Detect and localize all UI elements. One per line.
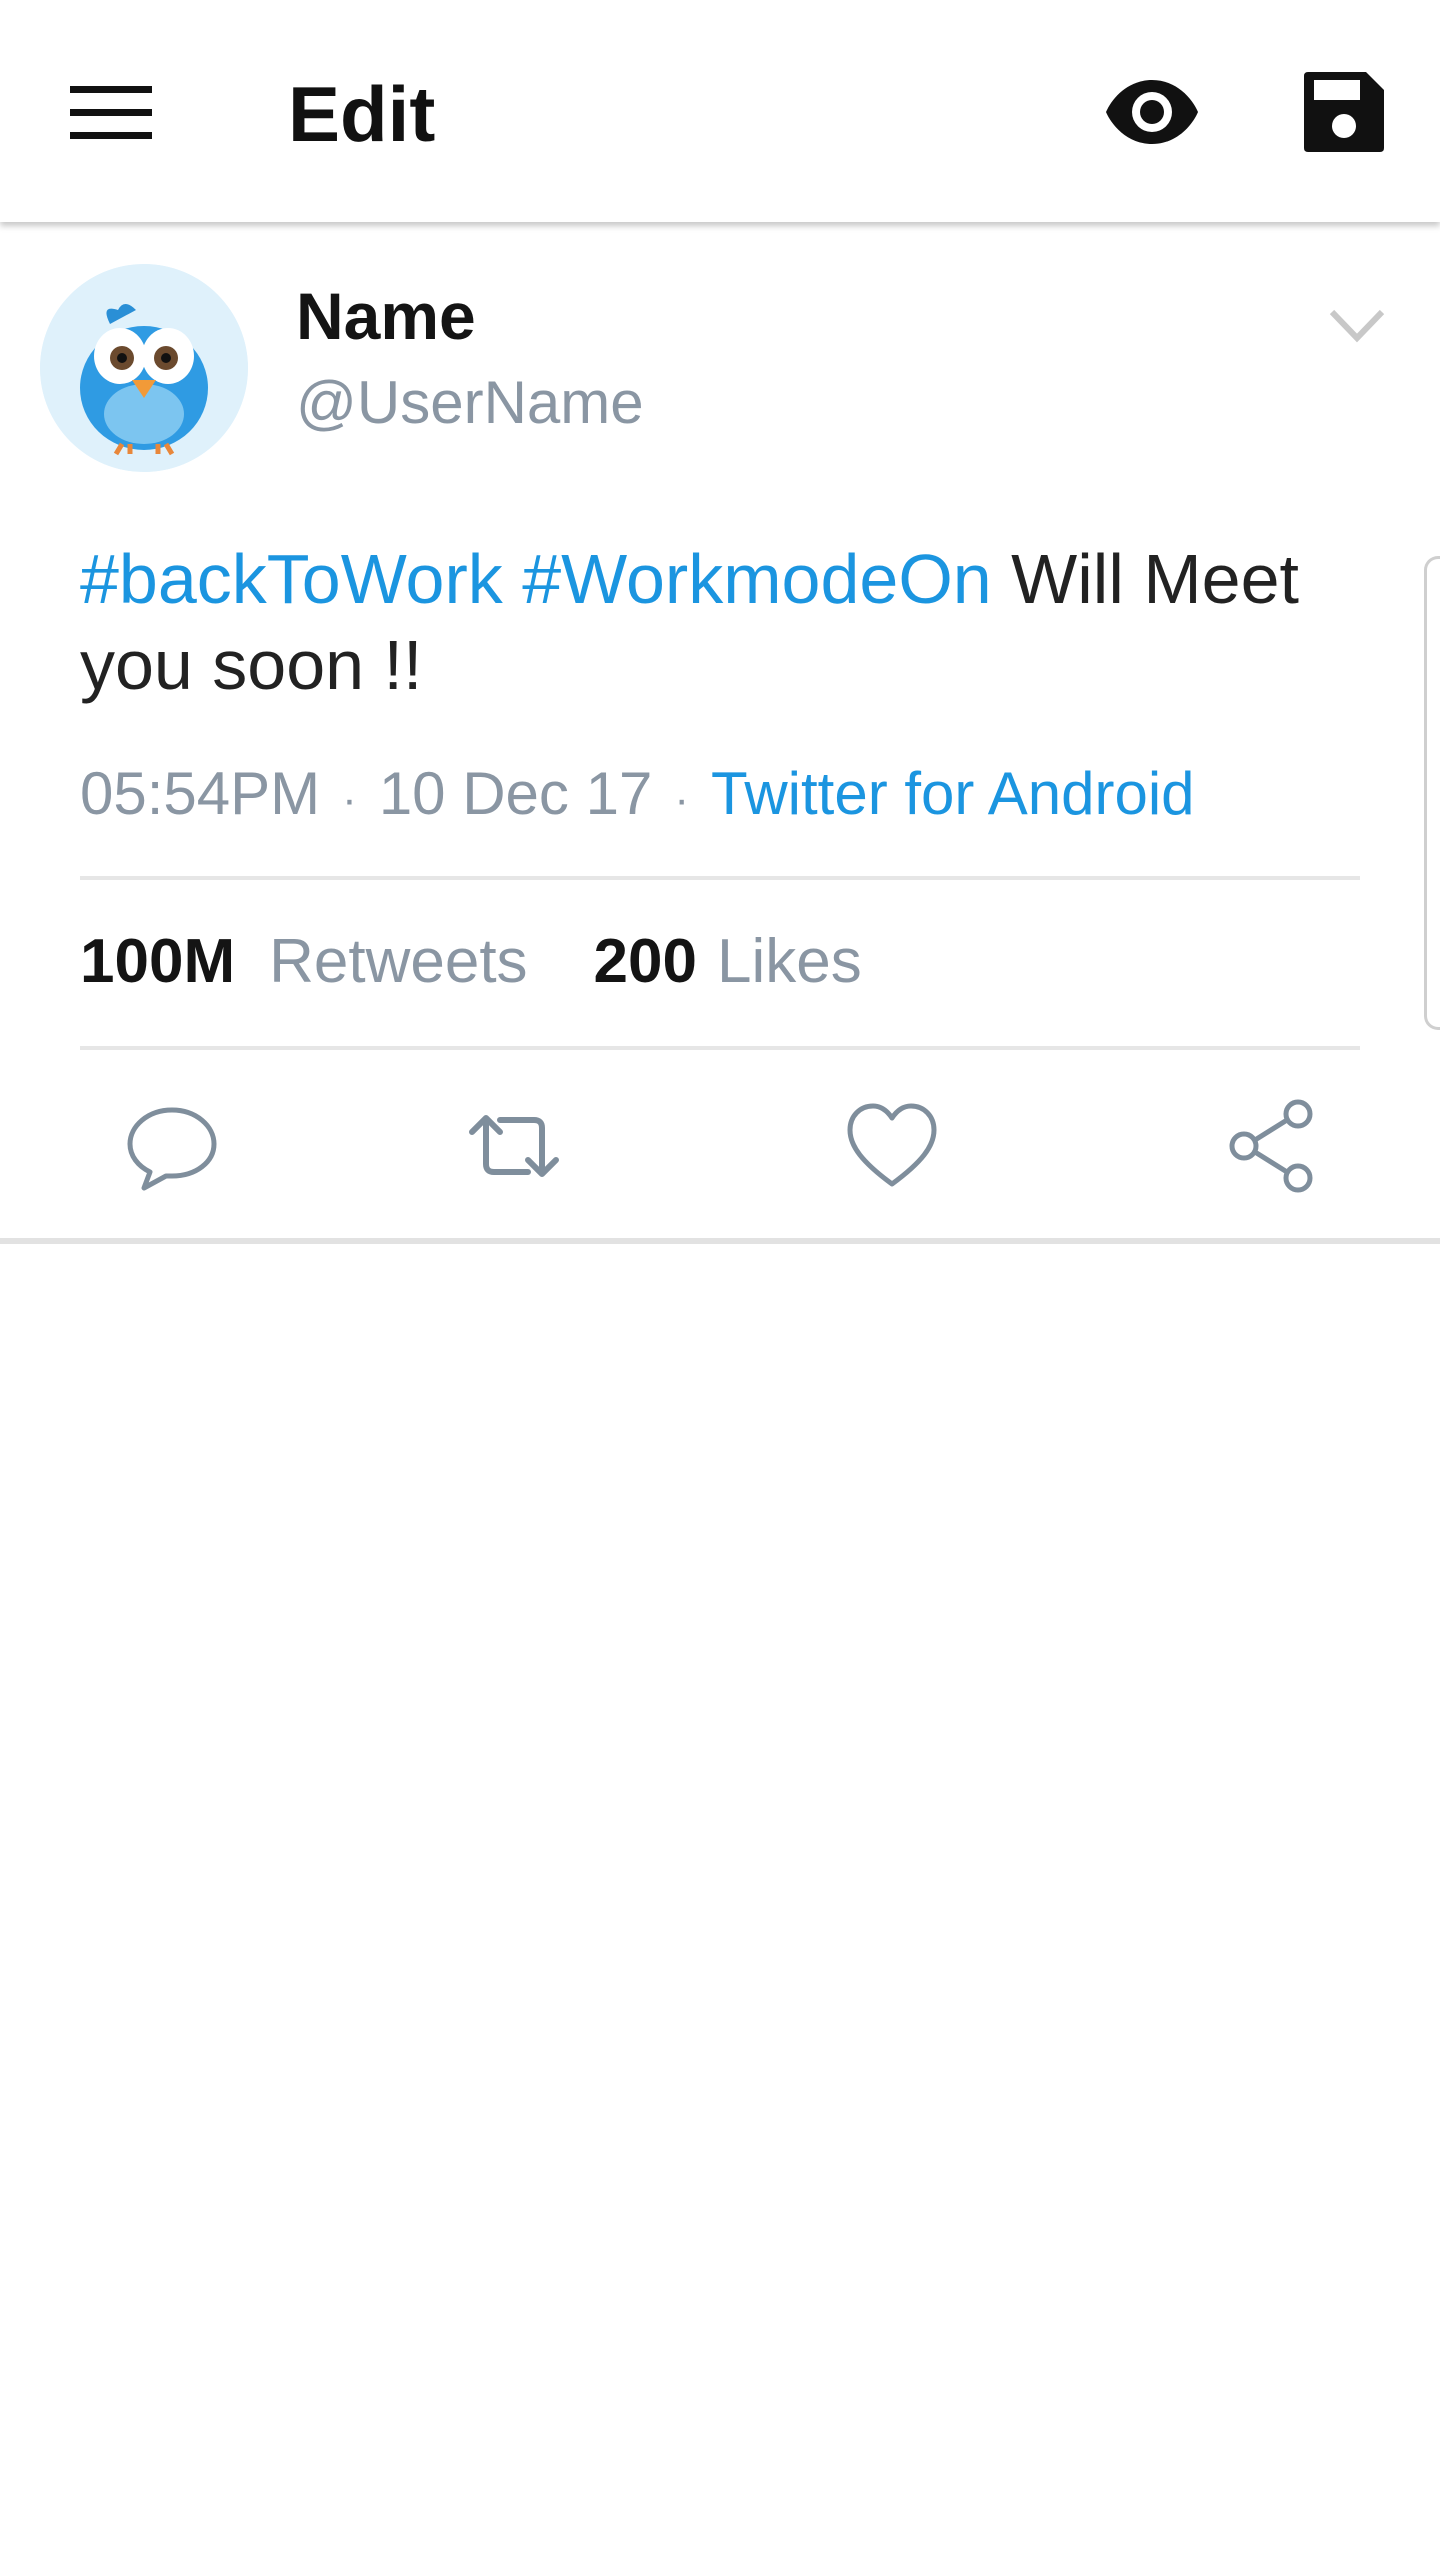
tweet-date: 10 Dec 17 [378,760,653,827]
app-bar: Edit [0,0,1440,222]
retweet-icon[interactable] [464,1096,564,1196]
tweet-text: #backToWork #WorkmodeOn Will Meet you so… [80,536,1300,708]
retweets-label[interactable]: Retweets [269,927,527,996]
hashtag-link[interactable]: #WorkmodeOn [522,540,991,618]
likes-label[interactable]: Likes [717,927,862,996]
tweet-time: 05:54PM [80,760,321,827]
user-handle[interactable]: @UserName [296,366,644,440]
hashtag-link[interactable]: #backToWork [80,540,503,618]
avatar[interactable] [40,264,248,472]
share-icon[interactable] [1222,1096,1322,1196]
eye-icon[interactable] [1106,76,1198,148]
tweet-meta: 05:54PM · 10 Dec 17 · Twitter for Android [80,756,1195,838]
chevron-down-icon[interactable] [1328,306,1386,346]
tweet-card[interactable]: Name @UserName #backToWork #WorkmodeOn W… [0,226,1440,1244]
likes-count[interactable]: 200 [594,927,697,996]
display-name[interactable]: Name [296,276,476,356]
divider [80,1046,1360,1050]
menu-icon[interactable] [70,82,152,142]
reply-icon[interactable] [122,1096,222,1196]
tweet-stats: 100M Retweets 200 Likes [80,922,862,1002]
separator: · [674,775,689,824]
like-icon[interactable] [842,1096,942,1196]
page-title: Edit [288,70,436,158]
scroll-handle[interactable] [1424,556,1440,1030]
divider [80,876,1360,880]
retweets-count[interactable]: 100M [80,927,235,996]
save-icon[interactable] [1304,72,1384,152]
separator: · [342,775,357,824]
source-link[interactable]: Twitter for Android [711,760,1195,827]
bird-avatar-icon [40,264,248,472]
